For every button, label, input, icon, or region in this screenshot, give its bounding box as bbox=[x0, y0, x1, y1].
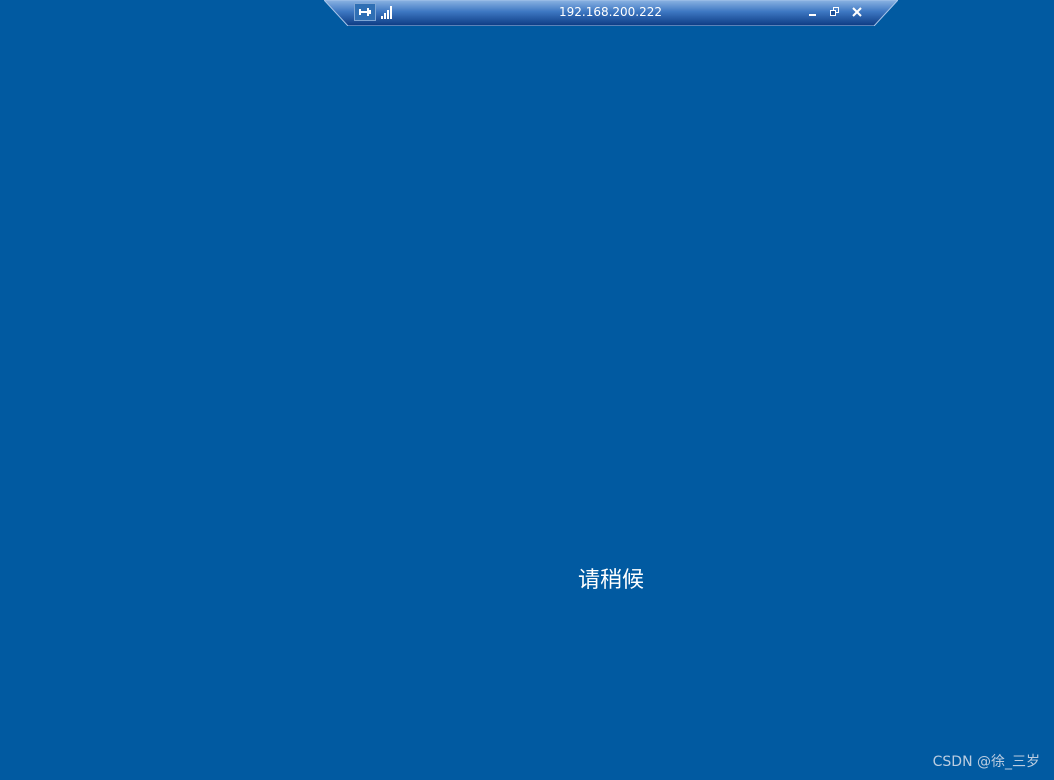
restore-icon bbox=[830, 7, 839, 16]
connection-quality-button[interactable] bbox=[379, 3, 395, 21]
minimize-icon bbox=[809, 14, 816, 16]
close-button[interactable] bbox=[848, 3, 866, 21]
minimize-button[interactable] bbox=[804, 3, 822, 21]
please-wait-message: 请稍候 bbox=[577, 568, 644, 593]
remote-host-address: 192.168.200.222 bbox=[558, 5, 663, 19]
restore-button[interactable] bbox=[826, 3, 844, 21]
signal-strength-icon bbox=[380, 5, 392, 19]
close-icon bbox=[852, 7, 862, 17]
watermark: CSDN @徐_三岁 bbox=[932, 754, 1040, 770]
pin-icon bbox=[359, 8, 371, 16]
pin-button[interactable] bbox=[354, 3, 376, 21]
rdp-connection-bar: 192.168.200.222 bbox=[324, 0, 898, 26]
